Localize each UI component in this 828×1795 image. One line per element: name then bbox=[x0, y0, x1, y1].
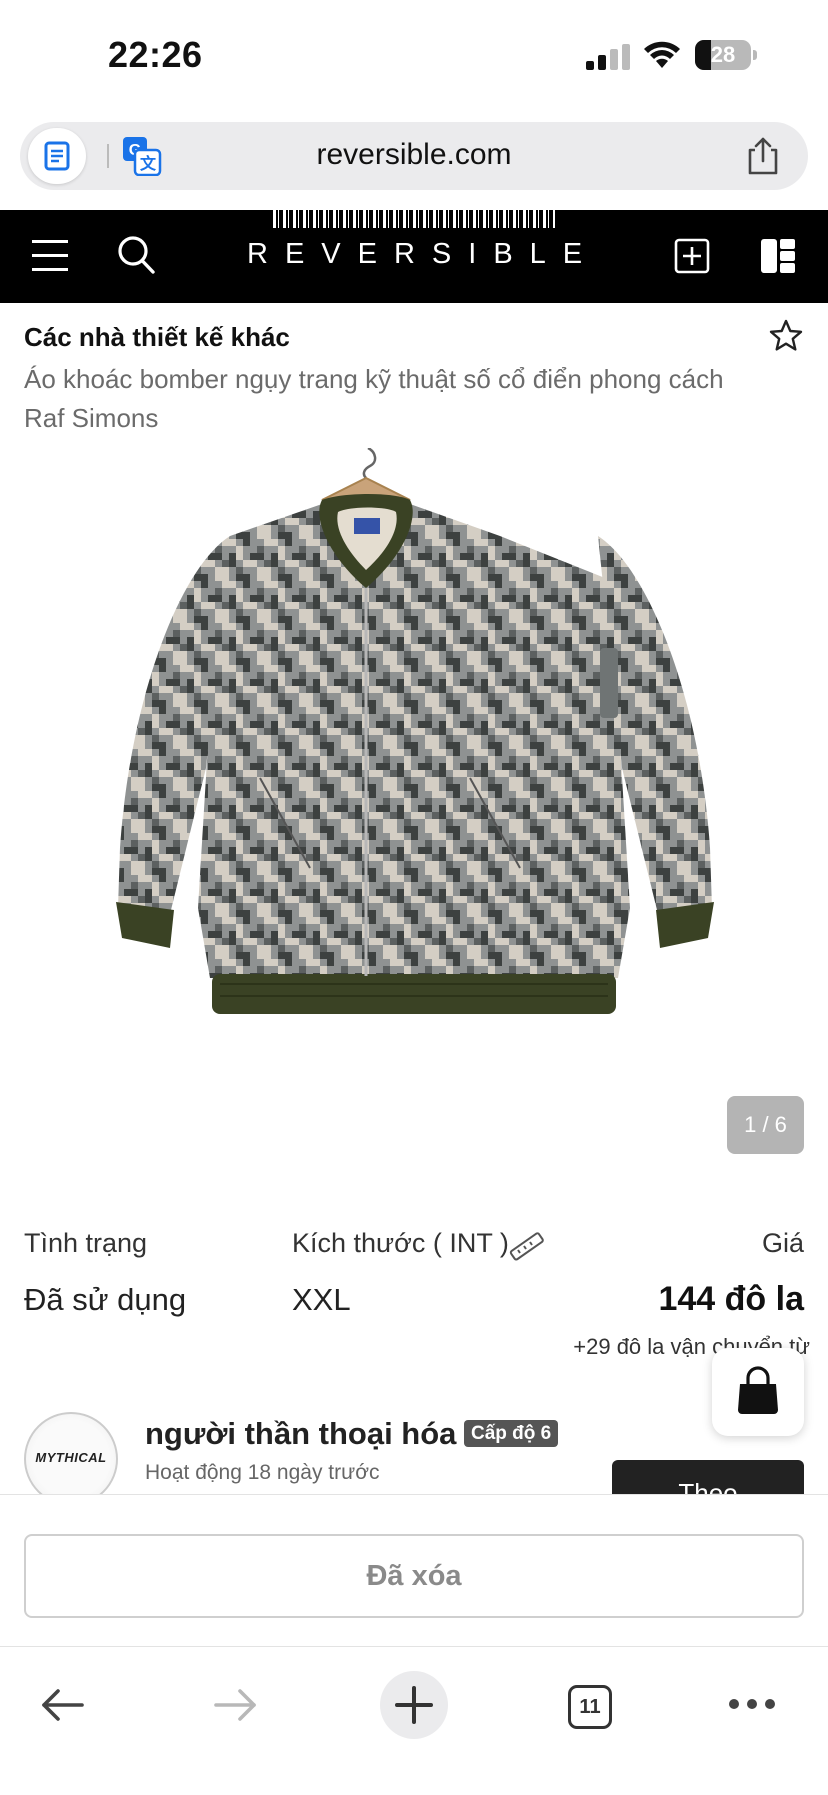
size-value: XXL bbox=[292, 1282, 351, 1317]
condition-label: Tình trạng bbox=[24, 1228, 148, 1258]
battery-icon: 28 bbox=[695, 40, 757, 70]
cart-button[interactable] bbox=[712, 1348, 804, 1436]
plus-icon bbox=[395, 1686, 433, 1724]
more-icon[interactable] bbox=[728, 1697, 776, 1711]
seller-avatar[interactable]: MYTHICAL bbox=[24, 1412, 118, 1506]
wifi-icon bbox=[644, 41, 680, 68]
price-label: Giá bbox=[761, 1228, 804, 1258]
ruler-icon[interactable] bbox=[508, 1230, 544, 1264]
address-bar[interactable]: G 文 reversible.com bbox=[20, 122, 808, 190]
seller-name[interactable]: người thần thoại hóa bbox=[145, 1416, 456, 1452]
seller-activity: Hoạt động 18 ngày trước bbox=[145, 1461, 380, 1484]
url-text[interactable]: reversible.com bbox=[20, 138, 808, 172]
price-value: 144 đô la bbox=[658, 1280, 804, 1318]
product-image[interactable] bbox=[110, 448, 718, 1040]
forward-arrow-icon[interactable] bbox=[214, 1687, 258, 1723]
battery-percent: 28 bbox=[710, 42, 736, 67]
browser-toolbar: 11 bbox=[0, 1646, 828, 1795]
status-time: 22:26 bbox=[108, 34, 203, 75]
image-counter: 1 / 6 bbox=[727, 1096, 804, 1154]
seller-level-badge: Cấp độ 6 bbox=[464, 1420, 559, 1447]
avatar-text: MYTHICAL bbox=[35, 1450, 107, 1465]
share-icon[interactable] bbox=[745, 136, 781, 176]
logo-barcode bbox=[273, 210, 555, 228]
condition-value: Đã sử dụng bbox=[24, 1282, 187, 1317]
add-listing-icon[interactable] bbox=[674, 238, 710, 274]
tabs-icon[interactable]: 11 bbox=[568, 1685, 612, 1729]
search-icon[interactable] bbox=[116, 234, 156, 276]
signal-icon bbox=[586, 44, 630, 70]
shopping-bag-icon bbox=[738, 1366, 778, 1414]
favorite-star-icon[interactable] bbox=[768, 318, 804, 354]
site-logo[interactable]: REVERSIBLE bbox=[230, 238, 598, 271]
new-tab-button[interactable] bbox=[380, 1671, 448, 1739]
site-header: REVERSIBLE bbox=[0, 210, 828, 303]
hamburger-icon[interactable] bbox=[32, 238, 70, 274]
status-bar: 22:26 28 bbox=[0, 0, 828, 112]
size-label: Kích thước ( INT ) bbox=[292, 1228, 509, 1258]
product-title: Áo khoác bomber ngụy trang kỹ thuật số c… bbox=[24, 364, 724, 433]
removed-button[interactable]: Đã xóa bbox=[24, 1534, 804, 1618]
sticky-action-bar: Đã xóa bbox=[0, 1494, 828, 1646]
back-arrow-icon[interactable] bbox=[40, 1687, 84, 1723]
layout-icon[interactable] bbox=[760, 238, 796, 274]
product-designer[interactable]: Các nhà thiết kế khác bbox=[24, 322, 290, 353]
